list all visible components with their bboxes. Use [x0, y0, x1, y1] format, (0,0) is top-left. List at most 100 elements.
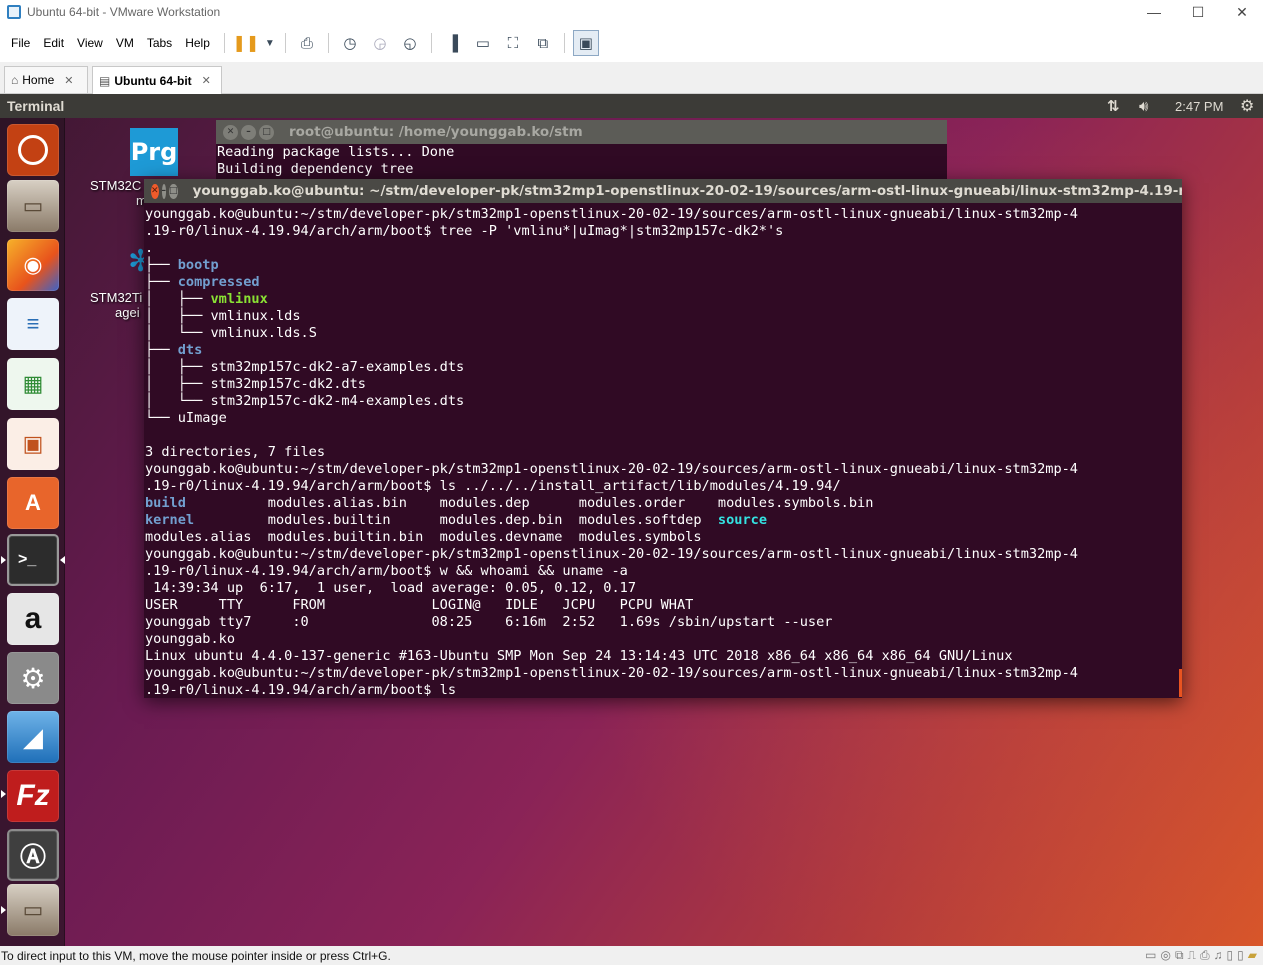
close-icon[interactable]: ✕ — [151, 183, 159, 199]
ls-dir-build: build — [145, 495, 186, 511]
software-center-icon[interactable]: A — [7, 477, 59, 529]
gear-icon[interactable]: ⚙ — [1240, 94, 1254, 118]
menu-view[interactable]: View — [72, 36, 108, 50]
show-thumbnail-bar-icon[interactable]: ▭ — [470, 30, 496, 56]
toolbar-separator — [284, 33, 286, 53]
terminal-icon[interactable]: >_ — [7, 534, 59, 586]
toolbar-separator — [563, 33, 565, 53]
network-icon[interactable]: ⇅ — [1107, 94, 1120, 118]
terminal-line: younggab.ko@ubuntu:~/stm/developer-pk/st… — [145, 206, 1078, 222]
tree-file: stm32mp157c-dk2.dts — [210, 376, 366, 392]
terminal-window-root[interactable]: ✕ – □ root@ubuntu: /home/younggab.ko/stm… — [216, 120, 947, 180]
terminal-line: modules.alias modules.builtin.bin module… — [145, 529, 702, 545]
tree-dir-bootp: bootp — [177, 257, 219, 273]
ubuntu-launcher: ▭ ◉ ≡ ▦ ▣ A >_ a ⚙ ◢ Fz Ⓐ ▭ — [0, 118, 65, 946]
close-icon[interactable]: ✕ — [223, 124, 238, 140]
tab-ubuntu[interactable]: ▤ Ubuntu 64-bit ✕ — [92, 66, 222, 94]
desktop-icon-label[interactable]: STM32C m — [90, 178, 150, 208]
snapshot-manager-icon[interactable]: ◵ — [397, 30, 423, 56]
terminal-line: modules.alias.bin modules.dep modules.or… — [185, 495, 874, 511]
terminal-prompt-input[interactable]: .19-r0/linux-4.19.94/arch/arm/boot$ ls — [145, 682, 456, 698]
show-library-icon[interactable]: ▐ — [440, 30, 466, 56]
panel-clock[interactable]: 2:47 PM — [1175, 94, 1223, 118]
terminal-user-output: younggab.ko@ubuntu:~/stm/developer-pk/st… — [145, 206, 1078, 698]
stm32cubeprogrammer-icon[interactable]: Prg — [130, 128, 178, 176]
snapshot-take-icon[interactable]: ◷ — [337, 30, 363, 56]
close-button[interactable]: ✕ — [1219, 0, 1263, 24]
terminal-line: younggab.ko@ubuntu:~/stm/developer-pk/st… — [145, 665, 1078, 681]
unity-icon[interactable]: ⧉ — [530, 30, 556, 56]
libreoffice-writer-icon[interactable]: ≡ — [7, 298, 59, 350]
tree-dir-compressed: compressed — [177, 274, 260, 290]
send-ctrl-alt-del-icon[interactable]: ⎙ — [294, 30, 320, 56]
terminal-user-title: younggab.ko@ubuntu: ~/stm/developer-pk/s… — [192, 183, 1182, 199]
filezilla-icon[interactable]: Fz — [7, 770, 59, 822]
scrollbar-indicator[interactable] — [1179, 669, 1182, 697]
cd-dvd-icon[interactable]: ◎ — [1160, 948, 1170, 963]
home-icon: ⌂ — [11, 73, 19, 87]
tree-file-vmlinux: vmlinux — [210, 291, 268, 307]
libreoffice-calc-icon[interactable]: ▦ — [7, 358, 59, 410]
terminal-line: .19-r0/linux-4.19.94/arch/arm/boot$ w &&… — [145, 563, 628, 579]
tab-ubuntu-label: Ubuntu 64-bit — [114, 73, 192, 88]
toolbar-separator — [327, 33, 329, 53]
minimize-button[interactable]: — — [1131, 0, 1177, 24]
ls-link-source: source — [717, 512, 768, 528]
tree-file: vmlinux.lds.S — [210, 325, 317, 341]
maximize-button[interactable]: ☐ — [1175, 0, 1221, 24]
terminal-root-output: Reading package lists... Done Building d… — [216, 144, 947, 178]
files-archive-icon[interactable]: ▭ — [7, 884, 59, 936]
sound-card-icon[interactable]: ♫ — [1214, 948, 1223, 963]
ls-dir-kernel: kernel — [145, 512, 195, 528]
libreoffice-impress-icon[interactable]: ▣ — [7, 418, 59, 470]
menu-edit[interactable]: Edit — [38, 36, 69, 50]
device-icons: ▭ ◎ ⧉ ⎍ ⎙ ♫ ▯ ▯ ▰ — [1145, 948, 1257, 963]
desktop-icon-label-line: STM32C — [90, 178, 142, 193]
terminal-line: younggab tty7 :0 08:25 6:16m 2:52 1.69s … — [145, 614, 833, 630]
console-view-icon[interactable]: ▣ — [572, 30, 599, 56]
amazon-icon[interactable]: a — [7, 593, 59, 645]
toolbar-separator — [223, 33, 225, 53]
minimize-icon[interactable]: – — [241, 124, 256, 140]
tab-ubuntu-close-icon[interactable]: ✕ — [202, 74, 211, 87]
full-screen-icon[interactable]: ⛶ — [500, 30, 526, 56]
maximize-icon[interactable]: □ — [169, 183, 178, 199]
terminal-user-titlebar: ✕ – □ younggab.ko@ubuntu: ~/stm/develope… — [144, 179, 1182, 203]
vm-screen[interactable]: Terminal ⇅ 🔊︎ 2:47 PM ⚙ ▭ ◉ ≡ ▦ ▣ A >_ a… — [0, 94, 1263, 946]
menu-file[interactable]: File — [6, 36, 35, 50]
chevron-down-icon[interactable]: ▼ — [263, 30, 277, 56]
vm-icon: ▤ — [99, 73, 111, 88]
usb-icon[interactable]: ⎍ — [1188, 948, 1196, 963]
files-icon[interactable]: ▭ — [7, 180, 59, 232]
wireshark-icon[interactable]: ◢ — [7, 711, 59, 763]
terminal-line: younggab.ko — [145, 631, 236, 647]
menu-help[interactable]: Help — [180, 36, 215, 50]
tab-home[interactable]: ⌂ Home ✕ — [4, 66, 88, 93]
usb-device-icon[interactable]: ▯ — [1227, 948, 1234, 963]
network-adapter-icon[interactable]: ⧉ — [1175, 948, 1184, 963]
printer-icon[interactable]: ⎙ — [1200, 948, 1210, 963]
software-updater-icon[interactable]: Ⓐ — [7, 829, 59, 881]
message-log-icon[interactable]: ▰ — [1248, 948, 1257, 963]
desktop-icon-label-line: agei — [115, 305, 140, 320]
desktop-icon-label[interactable]: STM32Ti agei — [90, 290, 150, 320]
terminal-line: modules.builtin modules.dep.bin modules.… — [194, 512, 718, 528]
snapshot-revert-icon[interactable]: ◶ — [367, 30, 393, 56]
ubuntu-dash-icon[interactable] — [7, 124, 59, 176]
minimize-icon[interactable]: – — [161, 183, 167, 199]
pause-icon[interactable]: ❚❚ — [232, 30, 259, 56]
system-settings-icon[interactable]: ⚙ — [7, 652, 59, 704]
hard-disk-icon[interactable]: ▭ — [1145, 948, 1156, 963]
tree-dir-dts: dts — [177, 342, 203, 358]
volume-icon[interactable]: 🔊︎ — [1139, 94, 1148, 118]
terminal-line: 14:39:34 up 6:17, 1 user, load average: … — [145, 580, 637, 596]
menu-tabs[interactable]: Tabs — [142, 36, 177, 50]
terminal-line: younggab.ko@ubuntu:~/stm/developer-pk/st… — [145, 546, 1078, 562]
tab-home-close-icon[interactable]: ✕ — [64, 74, 73, 87]
menu-vm[interactable]: VM — [111, 36, 139, 50]
usb-device-icon-2[interactable]: ▯ — [1237, 948, 1244, 963]
firefox-icon[interactable]: ◉ — [7, 239, 59, 291]
vmware-statusbar: To direct input to this VM, move the mou… — [0, 946, 1263, 965]
maximize-icon[interactable]: □ — [259, 124, 274, 140]
terminal-window-user[interactable]: ✕ – □ younggab.ko@ubuntu: ~/stm/develope… — [144, 179, 1182, 698]
